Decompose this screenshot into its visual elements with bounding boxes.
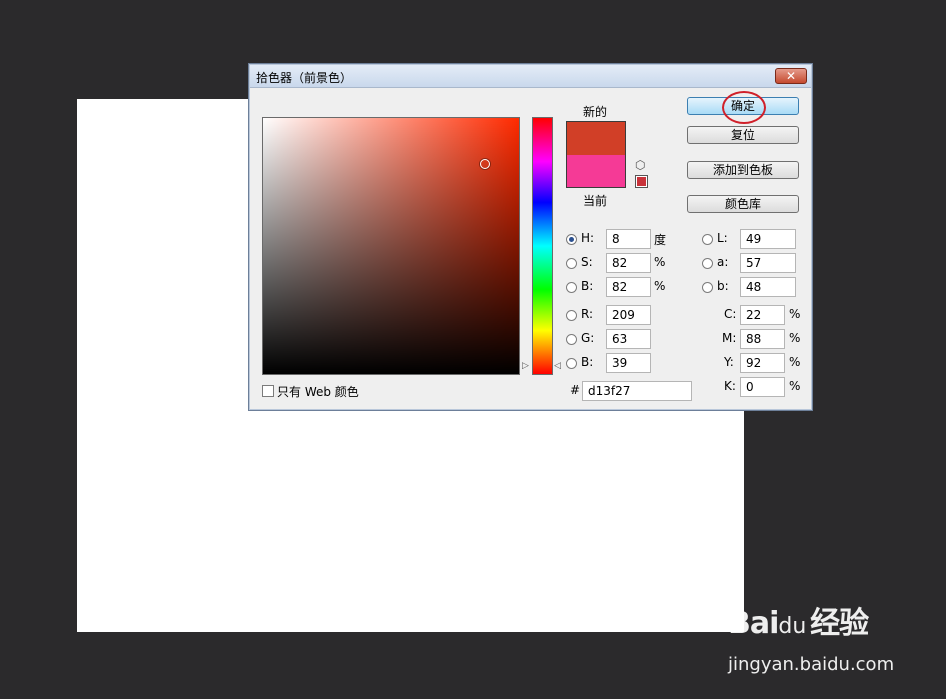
a-channel-label: a: bbox=[717, 255, 729, 269]
brightness-label: B: bbox=[581, 279, 594, 293]
hue-slider[interactable] bbox=[532, 117, 553, 375]
hue-unit: 度 bbox=[654, 233, 667, 247]
a-channel-field[interactable] bbox=[740, 253, 796, 273]
baidu-paw-icon: du bbox=[778, 614, 807, 639]
new-color-swatch bbox=[567, 122, 625, 155]
black-unit: % bbox=[789, 379, 801, 393]
red-label: R: bbox=[581, 307, 594, 321]
hex-label: # bbox=[570, 383, 581, 397]
radio-red[interactable] bbox=[566, 310, 577, 321]
radio-hue[interactable] bbox=[566, 234, 577, 245]
close-button[interactable]: ✕ bbox=[775, 68, 807, 84]
blue-label: B: bbox=[581, 355, 594, 369]
reset-button[interactable]: 复位 bbox=[687, 126, 799, 144]
current-color-swatch[interactable] bbox=[567, 154, 625, 187]
web-colors-only-label[interactable]: 只有 Web 颜色 bbox=[277, 383, 359, 400]
hex-field[interactable] bbox=[582, 381, 692, 401]
magenta-field[interactable] bbox=[740, 329, 785, 349]
magenta-unit: % bbox=[789, 331, 801, 345]
cyan-field[interactable] bbox=[740, 305, 785, 325]
cyan-label: C: bbox=[724, 307, 737, 321]
color-libraries-button[interactable]: 颜色库 bbox=[687, 195, 799, 213]
hue-field[interactable] bbox=[606, 229, 651, 249]
radio-b-channel[interactable] bbox=[702, 282, 713, 293]
watermark-brand-text: 经验 bbox=[810, 606, 869, 641]
green-field[interactable] bbox=[606, 329, 651, 349]
title-bar[interactable]: 拾色器（前景色） ✕ bbox=[250, 65, 811, 88]
saturation-brightness-field[interactable] bbox=[262, 117, 520, 375]
lightness-label: L: bbox=[717, 231, 728, 245]
add-to-swatches-button[interactable]: 添加到色板 bbox=[687, 161, 799, 179]
saturation-label: S: bbox=[581, 255, 593, 269]
current-color-label: 当前 bbox=[583, 194, 608, 208]
watermark-logo-text: Bai bbox=[728, 606, 779, 641]
black-field[interactable] bbox=[740, 377, 785, 397]
radio-blue[interactable] bbox=[566, 358, 577, 369]
highlight-annotation-ring bbox=[722, 91, 766, 124]
green-label: G: bbox=[581, 331, 595, 345]
web-colors-only-checkbox[interactable] bbox=[262, 385, 274, 397]
yellow-field[interactable] bbox=[740, 353, 785, 373]
color-picker-dialog: 拾色器（前景色） ✕ ▷ ◁ 新的 当前 ⬡ 确定 复位 添加到色板 颜色库 H… bbox=[248, 63, 813, 411]
radio-a-channel[interactable] bbox=[702, 258, 713, 269]
color-picker-cursor[interactable] bbox=[480, 159, 490, 169]
cyan-unit: % bbox=[789, 307, 801, 321]
brightness-field[interactable] bbox=[606, 277, 651, 297]
radio-lightness[interactable] bbox=[702, 234, 713, 245]
web-safe-cube-icon[interactable]: ⬡ bbox=[635, 158, 645, 172]
blue-field[interactable] bbox=[606, 353, 651, 373]
color-swatch-preview bbox=[566, 121, 626, 188]
radio-saturation[interactable] bbox=[566, 258, 577, 269]
hue-label: H: bbox=[581, 231, 595, 245]
saturation-field[interactable] bbox=[606, 253, 651, 273]
hue-slider-arrow-left-icon[interactable]: ▷ bbox=[522, 361, 529, 371]
brightness-unit: % bbox=[654, 279, 666, 293]
hue-slider-arrow-right-icon[interactable]: ◁ bbox=[554, 361, 561, 371]
dialog-title: 拾色器（前景色） bbox=[256, 71, 353, 85]
out-of-gamut-swatch-icon[interactable] bbox=[635, 175, 648, 188]
baidu-jingyan-watermark-logo: Baidu 经验 bbox=[728, 598, 869, 642]
saturation-unit: % bbox=[654, 255, 666, 269]
black-label: K: bbox=[724, 379, 736, 393]
yellow-unit: % bbox=[789, 355, 801, 369]
magenta-label: M: bbox=[722, 331, 737, 345]
b-channel-field[interactable] bbox=[740, 277, 796, 297]
red-field[interactable] bbox=[606, 305, 651, 325]
b-channel-label: b: bbox=[717, 279, 729, 293]
watermark-url: jingyan.baidu.com bbox=[728, 654, 895, 675]
new-color-label: 新的 bbox=[583, 105, 608, 119]
lightness-field[interactable] bbox=[740, 229, 796, 249]
radio-green[interactable] bbox=[566, 334, 577, 345]
radio-brightness[interactable] bbox=[566, 282, 577, 293]
yellow-label: Y: bbox=[724, 355, 734, 369]
